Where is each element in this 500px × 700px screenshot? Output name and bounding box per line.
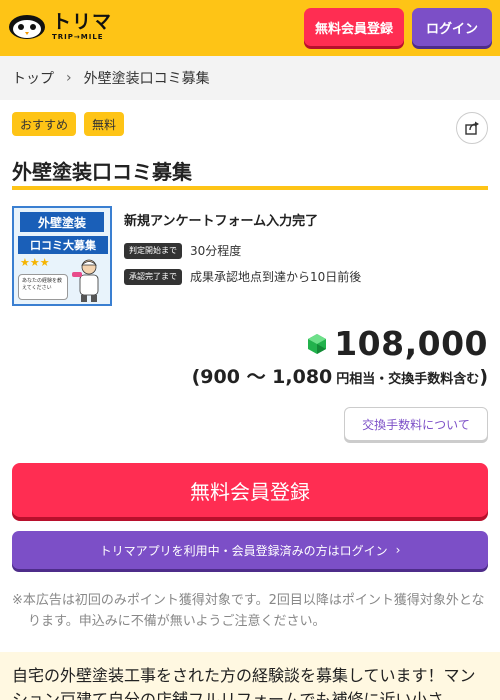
share-button[interactable]: [456, 112, 488, 144]
condition-row-judgement: 判定開始まで 30分程度: [124, 242, 241, 259]
yen-equivalent: (900 〜 1,080 円相当・交換手数料含む ): [192, 362, 488, 389]
trima-logo[interactable]: トリマ TRIP→MILE: [8, 10, 112, 44]
login-cta-button[interactable]: トリマアプリを利用中・会員登録済みの方はログイン ›: [12, 531, 488, 569]
tag-free: 無料: [84, 112, 125, 136]
condition-badge: 承認完了まで: [124, 268, 182, 285]
offer-tags: おすすめ 無料: [12, 112, 125, 136]
points-value: 108,000: [334, 324, 488, 363]
header-login-button[interactable]: ログイン: [412, 8, 492, 46]
reward-points: 108,000: [306, 324, 488, 363]
thumbnail-speech-bubble: あなたの経験を教えてください: [18, 274, 68, 300]
breadcrumb-home-link[interactable]: トップ: [12, 68, 54, 88]
logo-wordmark: トリマ: [52, 11, 113, 33]
yen-close-paren: ): [479, 366, 488, 388]
offer-description: 自宅の外壁塗装工事をされた方の経験談を募集しています！マンション戸建て自分の店舗…: [0, 652, 500, 700]
chevron-right-icon: ›: [395, 543, 401, 557]
gem-icon: [308, 333, 327, 354]
breadcrumb: トップ › 外壁塗装口コミ募集: [0, 56, 500, 100]
yen-suffix: 円相当・交換手数料含む: [336, 372, 480, 387]
chevron-right-icon: ›: [66, 70, 72, 86]
thumbnail-subheading: 口コミ大募集: [18, 236, 108, 254]
notice-text: ※本広告は初回のみポイント獲得対象です。2回目以降はポイント獲得対象外となります…: [12, 593, 485, 629]
login-cta-label: トリマアプリを利用中・会員登録済みの方はログイン: [99, 543, 388, 558]
condition-text: 成果承認地点到達から10日前後: [190, 270, 362, 284]
logo-tagline: TRIP→MILE: [52, 33, 104, 41]
condition-text: 30分程度: [190, 244, 242, 258]
register-cta-button[interactable]: 無料会員登録: [12, 463, 488, 517]
yen-range: (900 〜 1,080: [191, 366, 333, 388]
penguin-logo-icon: [9, 15, 45, 39]
site-header: トリマ TRIP→MILE 無料会員登録 ログイン: [0, 0, 500, 56]
condition-badge: 判定開始まで: [124, 242, 182, 259]
painter-illustration-icon: [72, 259, 99, 302]
exchange-fee-button[interactable]: 交換手数料について: [344, 407, 488, 441]
description-text: 自宅の外壁塗装工事をされた方の経験談を募集しています！マンション戸建て自分の店舗…: [12, 666, 476, 700]
offer-condition-name: 新規アンケートフォーム入力完了: [124, 214, 319, 229]
page-title: 外壁塗装口コミ募集: [12, 156, 488, 190]
thumbnail-stars: ★★★: [20, 256, 50, 269]
tag-recommended: おすすめ: [12, 112, 77, 136]
breadcrumb-current: 外壁塗装口コミ募集: [83, 71, 210, 87]
offer-thumbnail: 外壁塗装 口コミ大募集 ★★★ あなたの経験を教えてください: [12, 206, 112, 306]
share-icon: [465, 121, 479, 135]
header-register-button[interactable]: 無料会員登録: [304, 8, 404, 46]
condition-row-approval: 承認完了まで 成果承認地点到達から10日前後: [124, 268, 361, 285]
thumbnail-heading: 外壁塗装: [20, 212, 104, 232]
